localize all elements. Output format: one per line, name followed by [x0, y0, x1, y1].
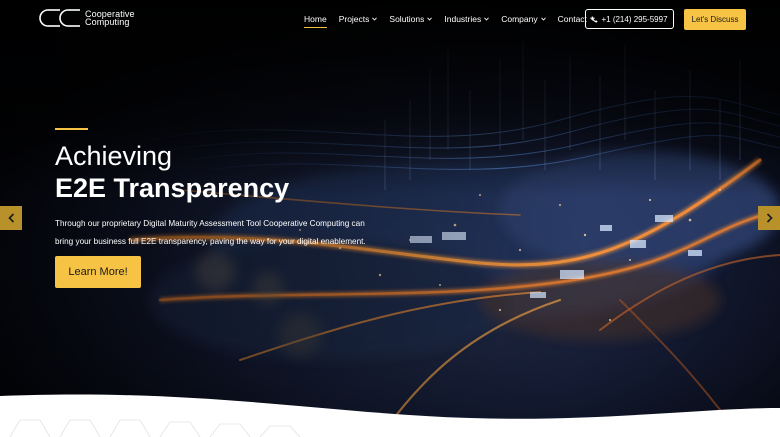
phone-icon [591, 15, 598, 23]
hero-description-line1: Through our proprietary Digital Maturity… [55, 219, 365, 228]
hero-description: Through our proprietary Digital Maturity… [55, 215, 385, 251]
nav-item-label: Home [304, 14, 327, 24]
nav-item-solutions[interactable]: Solutions [389, 14, 433, 24]
logo[interactable]: Cooperative Computing [36, 7, 135, 29]
logo-wordmark: Cooperative Computing [85, 9, 135, 27]
hero-headline: Achieving E2E Transparency [55, 141, 289, 205]
hero-description-line2: bring your business full E2E transparenc… [55, 237, 366, 246]
nav-item-company[interactable]: Company [501, 14, 546, 24]
nav-item-label: Company [501, 14, 538, 24]
hero-title-line1: Achieving [55, 141, 173, 171]
learn-more-button[interactable]: Learn More! [55, 256, 141, 288]
chevron-down-icon [540, 17, 546, 21]
chevron-right-icon [766, 213, 773, 223]
section-divider-wave [0, 394, 780, 437]
headline-accent-line [55, 128, 88, 130]
site-header: Cooperative Computing Home Projects Solu… [0, 0, 780, 40]
logo-mark-icon [39, 9, 80, 27]
slider-next-button[interactable] [758, 206, 780, 230]
nav-item-label: Solutions [389, 14, 425, 24]
chevron-down-icon [484, 17, 490, 21]
nav-item-home[interactable]: Home [304, 14, 327, 28]
chevron-left-icon [7, 213, 14, 223]
slider-prev-button[interactable] [0, 206, 22, 230]
phone-number: +1 (214) 295-5997 [601, 14, 668, 24]
chevron-down-icon [372, 17, 378, 21]
nav-item-industries[interactable]: Industries [444, 14, 490, 24]
page: Cooperative Computing Home Projects Solu… [0, 0, 780, 437]
nav-item-projects[interactable]: Projects [339, 14, 378, 24]
chevron-down-icon [427, 17, 433, 21]
main-nav: Home Projects Solutions Industries Compa… [304, 14, 607, 28]
nav-item-label: Contact [557, 14, 587, 24]
phone-button[interactable]: +1 (214) 295-5997 [585, 9, 674, 29]
nav-item-label: Industries [444, 14, 482, 24]
logo-name-line2: Computing [85, 17, 130, 27]
nav-item-label: Projects [338, 14, 370, 24]
lets-discuss-button[interactable]: Let's Discuss [684, 9, 746, 30]
hero-title-line2: E2E Transparency [55, 173, 290, 203]
